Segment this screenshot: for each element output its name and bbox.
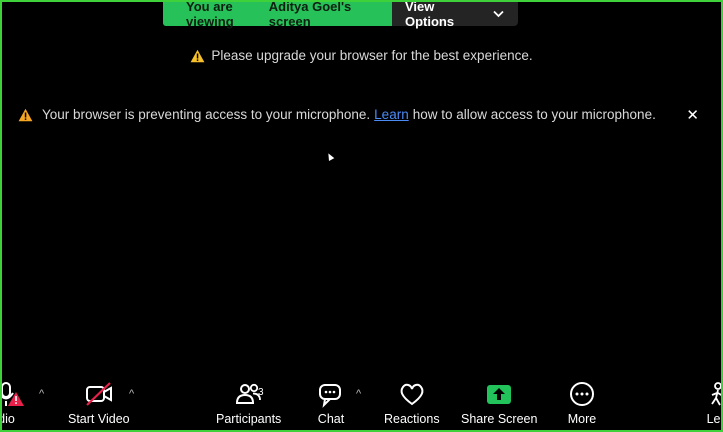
view-options-label: View Options: [405, 0, 455, 29]
video-options-caret[interactable]: ^: [129, 388, 134, 400]
share-screen-label: Share Screen: [461, 412, 538, 426]
meeting-toolbar: udio ^ Start Video ^ Participants 3: [2, 380, 721, 430]
chat-icon: [319, 384, 341, 408]
reactions-label: Reactions: [384, 412, 440, 426]
view-options-button[interactable]: View Options: [392, 0, 518, 29]
leave-icon: [711, 382, 721, 406]
participants-button[interactable]: Participants: [216, 380, 281, 426]
heart-icon: [400, 383, 424, 406]
more-button[interactable]: More: [567, 380, 597, 426]
chat-button[interactable]: Chat: [316, 380, 346, 426]
share-screen-icon: [487, 385, 512, 404]
audio-button[interactable]: udio: [2, 380, 28, 426]
microphone-alert-icon: [2, 382, 24, 406]
start-video-button[interactable]: Start Video: [68, 380, 130, 426]
screen-share-banner: You are viewing Aditya Goel's screen Vie…: [163, 0, 518, 29]
video-off-icon: [85, 382, 112, 406]
mic-notice-text: Your browser is preventing access to you…: [42, 107, 371, 122]
more-icon: [570, 382, 594, 406]
audio-label: udio: [2, 412, 15, 426]
more-label: More: [567, 412, 597, 426]
close-notice-button[interactable]: ✕: [686, 106, 699, 124]
mouse-cursor-icon: [325, 152, 335, 161]
meeting-window: You are viewing Aditya Goel's screen Vie…: [0, 0, 723, 432]
presenter-name: Aditya Goel's screen: [268, 0, 352, 29]
audio-options-caret[interactable]: ^: [39, 388, 44, 400]
chat-options-caret[interactable]: ^: [356, 388, 361, 400]
leave-button[interactable]: Lea: [704, 380, 721, 426]
participants-count: 3: [258, 387, 264, 398]
viewing-label: You are viewing Aditya Goel's screen: [163, 0, 392, 29]
warning-icon: [18, 108, 33, 122]
chat-label: Chat: [317, 412, 345, 426]
upgrade-browser-notice: Please upgrade your browser for the best…: [2, 48, 721, 63]
upgrade-text: Please upgrade your browser for the best…: [211, 48, 533, 63]
microphone-blocked-notice: Your browser is preventing access to you…: [18, 106, 699, 124]
warning-icon: [190, 49, 205, 63]
share-screen-button[interactable]: Share Screen: [461, 380, 537, 426]
participants-label: Participants: [216, 412, 282, 426]
chevron-down-icon: [493, 10, 504, 18]
leave-label: Lea: [706, 412, 721, 426]
viewing-prefix: You are viewing: [186, 0, 234, 29]
reactions-button[interactable]: Reactions: [384, 380, 440, 426]
start-video-label: Start Video: [68, 412, 130, 426]
mic-notice-text-after: how to allow access to your microphone.: [412, 107, 656, 122]
learn-link[interactable]: Learn: [374, 107, 409, 122]
